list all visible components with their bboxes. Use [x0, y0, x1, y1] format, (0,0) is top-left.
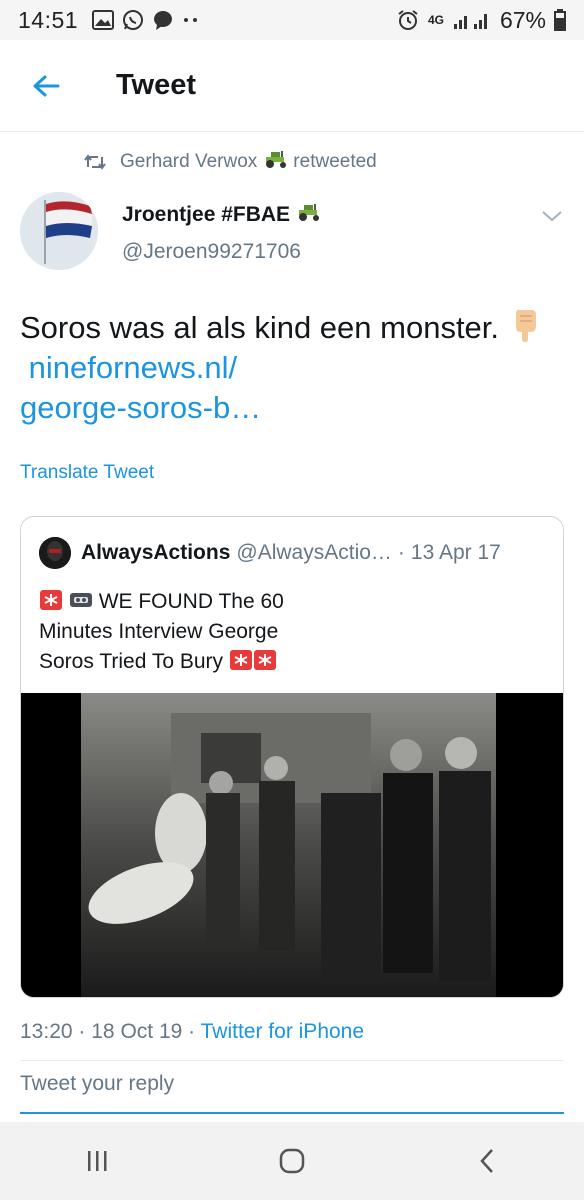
author-handle[interactable]: @Jeroen99271706 — [122, 240, 322, 264]
chat-bubble-icon — [152, 9, 174, 31]
home-button[interactable] — [262, 1131, 322, 1191]
author-name[interactable]: Jroentjee #FBAE — [122, 203, 290, 227]
alarm-icon — [396, 8, 420, 32]
retweet-icon — [84, 154, 106, 170]
tweet-link[interactable]: ninefornews.nl/george-soros-b… — [20, 350, 261, 425]
back-nav-button[interactable] — [457, 1131, 517, 1191]
tweet-body: Soros was al als kind een monster. — [20, 310, 508, 345]
battery-percent: 67% — [499, 6, 546, 33]
status-bar: 14:51 4G 67% — [0, 0, 584, 40]
tractor-icon — [296, 202, 322, 228]
quoted-author-handle: @AlwaysActio… — [236, 541, 392, 564]
chevron-down-icon — [542, 211, 562, 222]
quoted-author-name: AlwaysActions — [81, 541, 231, 564]
top-app-bar: Tweet — [0, 40, 584, 132]
system-nav-bar — [0, 1122, 584, 1200]
siren-icon — [229, 649, 253, 671]
status-time: 14:51 — [18, 6, 79, 33]
tweet-text: Soros was al als kind een monster. ninef… — [20, 308, 560, 428]
recents-button[interactable] — [67, 1131, 127, 1191]
tweet-date: 18 Oct 19 — [91, 1020, 183, 1043]
reply-input-underline — [20, 1112, 564, 1114]
tweet-time: 13:20 — [20, 1020, 73, 1043]
gallery-icon — [92, 10, 115, 30]
pointing-down-icon — [508, 308, 544, 342]
back-nav-icon — [479, 1149, 493, 1173]
recents-icon — [88, 1151, 107, 1171]
tweet-meta: 13:20 · 18 Oct 19 · Twitter for iPhone — [20, 1020, 365, 1043]
back-arrow-icon — [33, 75, 60, 96]
quoted-avatar — [39, 537, 71, 569]
quoted-tweet-header: AlwaysActions @AlwaysActio… · 13 Apr 17 — [39, 537, 501, 569]
page-title: Tweet — [116, 69, 197, 101]
battery-icon — [554, 9, 566, 31]
siren-icon — [253, 649, 277, 671]
quoted-date: 13 Apr 17 — [410, 541, 501, 564]
retweeted-by[interactable]: Gerhard Verwox retweeted — [84, 148, 377, 176]
avatar[interactable] — [20, 192, 98, 270]
retweeter-name[interactable]: Gerhard Verwox — [120, 151, 257, 173]
divider — [20, 1060, 564, 1061]
network-type: 4G — [427, 13, 444, 27]
quoted-tweet-text: WE FOUND The 60 Minutes Interview George… — [39, 589, 284, 673]
signal-icon — [452, 10, 492, 30]
tractor-icon — [263, 149, 289, 175]
reply-input[interactable]: Tweet your reply — [20, 1072, 174, 1096]
quoted-separator: · — [397, 541, 405, 564]
tweet-menu-button[interactable] — [540, 208, 564, 229]
retweeted-label: retweeted — [293, 151, 377, 172]
back-button[interactable] — [16, 56, 76, 116]
siren-icon — [39, 589, 63, 611]
translate-tweet-link[interactable]: Translate Tweet — [20, 462, 154, 484]
whatsapp-icon — [122, 9, 144, 31]
quoted-tweet-card[interactable]: AlwaysActions @AlwaysActio… · 13 Apr 17 … — [20, 516, 564, 998]
author-block[interactable]: Jroentjee #FBAE @Jeroen99271706 — [122, 202, 322, 264]
more-notifications-icon — [182, 15, 200, 25]
quoted-video-thumbnail[interactable] — [21, 693, 563, 997]
videotape-icon — [69, 589, 93, 611]
home-icon — [279, 1148, 305, 1174]
tweet-source-link[interactable]: Twitter for iPhone — [201, 1020, 364, 1043]
